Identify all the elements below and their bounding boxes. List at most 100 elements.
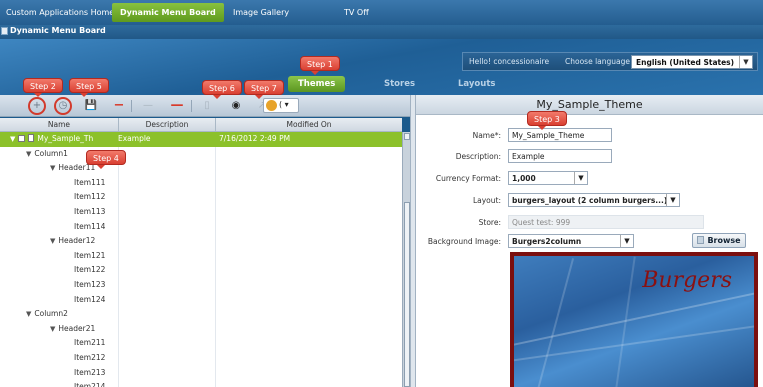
language-bar: Hello! concessionaire Choose language En… — [462, 52, 758, 71]
tree-grid-header: Name Description Modified On — [0, 118, 402, 132]
step-2-callout: Step 2 — [23, 78, 63, 97]
expand-arrow-icon[interactable]: ▼ — [26, 310, 31, 318]
row-name: Item123 — [74, 280, 106, 289]
row-name: Column2 — [34, 309, 68, 319]
tree-leaf-row[interactable]: Item214 — [0, 380, 402, 387]
row-name: Item121 — [74, 250, 106, 260]
tree-node-row[interactable]: ▼ Column2 — [0, 307, 402, 322]
app-title: Dynamic Menu Board — [10, 26, 106, 35]
tree-leaf-row[interactable]: Item114 — [0, 220, 402, 235]
nav-tv-off[interactable]: TV Off — [344, 0, 369, 25]
tab-layouts[interactable]: Layouts — [458, 76, 495, 92]
row-name: Item213 — [74, 367, 106, 377]
currency-format-value: 1,000 — [512, 174, 536, 183]
background-image-select[interactable]: Burgers2column ▼ — [508, 234, 634, 248]
tree-leaf-row[interactable]: Item212 — [0, 351, 402, 366]
row-name: Item114 — [74, 221, 106, 231]
document-icon[interactable]: ▯ — [200, 99, 214, 113]
tree-node-row[interactable]: ▼ Header21 — [0, 322, 402, 337]
theme-details-panel: My_Sample_Theme Name*: My_Sample_Theme D… — [416, 95, 763, 387]
expand-arrow-icon[interactable]: ▼ — [26, 150, 31, 158]
tree-leaf-row[interactable]: Item211 — [0, 336, 402, 351]
row-description: Example — [118, 134, 151, 143]
choose-language-label: Choose language — [565, 57, 630, 66]
row-name: My_Sample_Th — [37, 134, 94, 143]
tree-leaf-row[interactable]: Item111 — [0, 176, 402, 191]
column-header-description[interactable]: Description — [119, 120, 215, 129]
combo-text: ( ▾ — [279, 100, 289, 109]
browse-button[interactable]: Browse — [692, 233, 746, 248]
tree-scrollbar[interactable] — [402, 132, 410, 387]
preview-burgers-text: Burgers — [642, 268, 732, 293]
delete-icon[interactable]: — — [170, 99, 184, 113]
add-icon[interactable]: + — [28, 97, 46, 115]
row-name: Header12 — [58, 236, 96, 246]
tree-leaf-row[interactable]: Item124 — [0, 293, 402, 308]
nav-image-gallery[interactable]: Image Gallery — [233, 0, 289, 25]
expand-arrow-icon[interactable]: ▼ — [50, 325, 55, 333]
layout-label: Layout: — [472, 196, 501, 205]
tree-leaf-row[interactable]: Item123 — [0, 278, 402, 293]
expand-arrow-icon[interactable]: ▼ — [50, 164, 55, 172]
row-name: Header21 — [58, 323, 96, 333]
tree-node-row[interactable]: ▼ Header11 — [0, 161, 402, 176]
nav-dynamic-menu-board[interactable]: Dynamic Menu Board — [112, 3, 224, 22]
tree-leaf-row[interactable]: Item113 — [0, 205, 402, 220]
background-image-preview: Burgers — [510, 252, 758, 387]
preview-eye-icon[interactable]: ◉ — [229, 99, 243, 113]
chevron-down-icon[interactable]: ▼ — [666, 194, 679, 206]
tree-grid: ▼ My_Sample_Th Example 7/16/2012 2:49 PM ▼ Co… — [0, 132, 402, 387]
step-5-callout: Step 5 — [69, 78, 109, 97]
emoticon-dropdown[interactable]: ( ▾ — [263, 98, 299, 113]
name-field[interactable]: My_Sample_Theme — [508, 128, 612, 142]
language-select[interactable]: English (United States) ▼ — [631, 55, 753, 69]
step-1-callout: Step 1 — [300, 56, 340, 75]
toolbar-divider — [131, 100, 132, 112]
chevron-down-icon[interactable]: ▼ — [574, 172, 587, 184]
background-image-label: Background Image: — [427, 237, 501, 246]
row-name: Item211 — [74, 338, 106, 348]
clock-icon[interactable]: ◷ — [54, 97, 72, 115]
tree-node-row[interactable]: ▼ Header12 — [0, 234, 402, 249]
currency-format-label: Currency Format: — [435, 174, 501, 183]
step-6-callout: Step 6 — [202, 80, 242, 99]
row-name: Item122 — [74, 265, 106, 275]
tree-node-row[interactable]: ▼ My_Sample_Th Example 7/16/2012 2:49 PM — [0, 132, 402, 147]
tab-themes[interactable]: Themes — [288, 76, 346, 92]
nav-custom-applications-home[interactable]: Custom Applications Home — [6, 0, 114, 25]
theme-document-icon — [28, 134, 35, 142]
tree-leaf-row[interactable]: Item122 — [0, 263, 402, 278]
step-3-callout: Step 3 — [527, 111, 567, 130]
chevron-down-icon[interactable]: ▼ — [739, 56, 752, 68]
currency-format-select[interactable]: 1,000 ▼ — [508, 171, 588, 185]
tab-stores[interactable]: Stores — [384, 76, 415, 92]
column-header-modified-on[interactable]: Modified On — [216, 120, 402, 129]
language-value: English (United States) — [636, 58, 735, 67]
browse-label: Browse — [707, 236, 741, 245]
description-field[interactable]: Example — [508, 149, 612, 163]
row-checkbox[interactable] — [18, 135, 26, 142]
remove-icon[interactable]: − — [112, 99, 126, 113]
step-7-callout: Step 7 — [244, 80, 284, 99]
disabled-action-icon: — — [143, 100, 153, 111]
row-name: Item124 — [74, 294, 106, 304]
expand-arrow-icon[interactable]: ▼ — [50, 237, 55, 245]
top-navigation-bar: Custom Applications Home Dynamic Menu Bo… — [0, 0, 763, 25]
layout-select[interactable]: burgers_layout (2 column burgers...) ▼ — [508, 193, 680, 207]
layout-value: burgers_layout (2 column burgers...) — [512, 196, 668, 205]
tree-leaf-row[interactable]: Item112 — [0, 190, 402, 205]
save-icon[interactable]: 💾 — [84, 99, 98, 113]
greeting-text: Hello! concessionaire — [469, 57, 550, 66]
smiley-icon — [266, 100, 277, 111]
expand-arrow-icon[interactable]: ▼ — [10, 135, 15, 143]
app-title-bar: Dynamic Menu Board — [0, 25, 763, 39]
chevron-down-icon[interactable]: ▼ — [620, 235, 633, 247]
tree-leaf-row[interactable]: Item213 — [0, 366, 402, 381]
tree-leaf-row[interactable]: Item121 — [0, 249, 402, 264]
row-name: Item111 — [74, 177, 106, 187]
background-image-value: Burgers2column — [512, 237, 582, 246]
step-4-callout: Step 4 — [86, 150, 126, 169]
tree-node-row[interactable]: ▼ Column1 — [0, 147, 402, 162]
column-header-name[interactable]: Name — [0, 120, 118, 129]
folder-icon — [697, 236, 705, 244]
